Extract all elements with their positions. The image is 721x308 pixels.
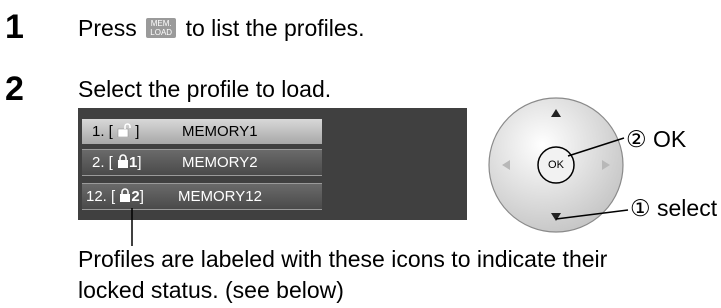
caption-line-1: Profiles are labeled with these icons to… (78, 246, 608, 272)
ok-button[interactable]: OK (544, 159, 568, 171)
select-label: ① select (630, 195, 718, 221)
caption-line-2: locked status. (see below) (78, 277, 344, 303)
ok-label: ② OK (626, 126, 687, 152)
